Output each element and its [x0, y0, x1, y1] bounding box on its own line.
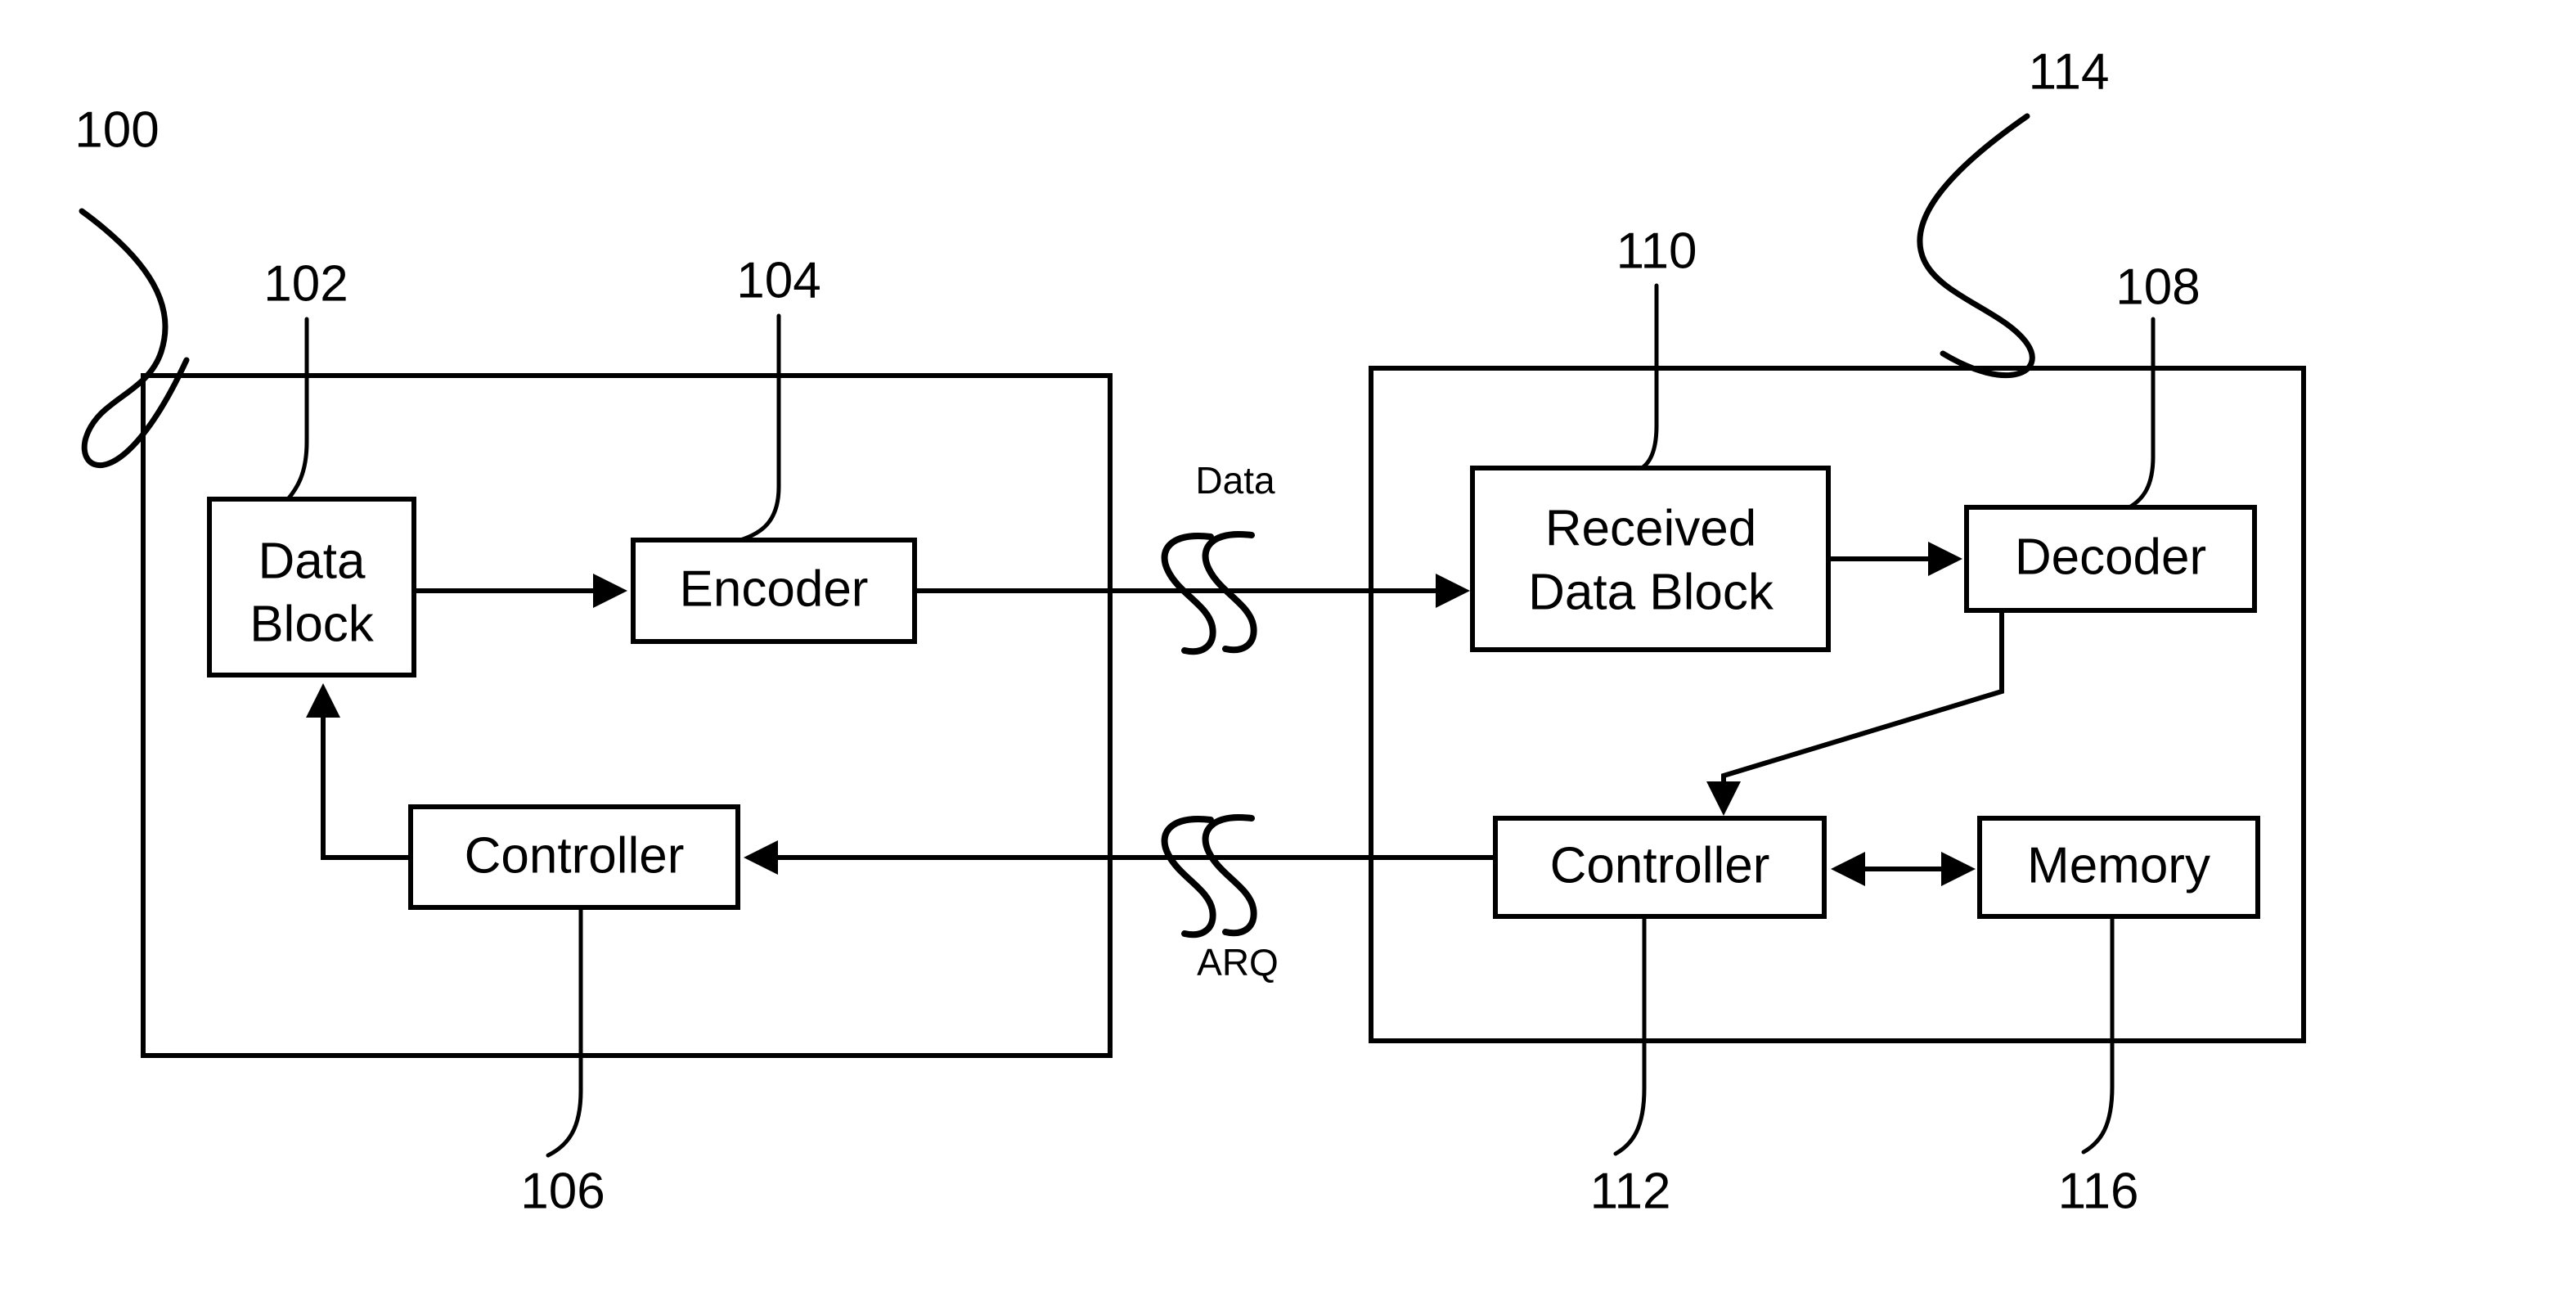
transmitter-container	[141, 373, 1113, 1058]
received-data-block-label-line1: Received	[1545, 500, 1756, 556]
reference-102-leader-icon	[285, 317, 309, 502]
data-signal-label: Data	[1195, 459, 1275, 502]
tx-controller-label: Controller	[465, 827, 685, 884]
block-diagram-canvas: 100 Data Block 102 Encoder 104 Controlle…	[74, 43, 2306, 1219]
reference-label-110: 110	[1616, 223, 1697, 279]
data-block-label-line2: Block	[250, 596, 375, 652]
arq-signal-label: ARQ	[1197, 941, 1279, 984]
reference-label-108: 108	[2115, 259, 2200, 315]
data-block-label-line1: Data	[258, 533, 366, 589]
reference-104-leader-icon	[738, 313, 781, 542]
reference-label-112: 112	[1590, 1163, 1671, 1219]
tx-controller-to-data-block-feedback-arrow	[306, 683, 411, 860]
received-data-block-label-line2: Data Block	[1528, 564, 1774, 620]
reference-114-leader-icon	[1917, 113, 2035, 378]
reference-110-leader-icon	[1639, 283, 1659, 470]
reference-label-102: 102	[263, 255, 348, 312]
reference-100-leader-icon	[79, 208, 190, 468]
received-data-block-box	[1470, 466, 1831, 652]
decoder-label: Decoder	[2015, 529, 2206, 585]
patent-figure: 100 Data Block 102 Encoder 104 Controlle…	[0, 0, 2576, 1310]
reference-label-104: 104	[736, 252, 820, 308]
rx-controller-label: Controller	[1550, 837, 1770, 894]
reference-label-106: 106	[520, 1163, 605, 1219]
reference-label-114: 114	[2029, 43, 2110, 100]
memory-label: Memory	[2027, 837, 2210, 894]
encoder-label: Encoder	[680, 560, 869, 617]
reference-106-leader-icon	[546, 905, 583, 1158]
reference-112-leader-icon	[1613, 914, 1647, 1156]
reference-108-leader-icon	[2127, 317, 2156, 510]
reference-label-100: 100	[74, 101, 159, 158]
reference-116-leader-icon	[2081, 914, 2115, 1155]
reference-label-116: 116	[2058, 1163, 2139, 1219]
